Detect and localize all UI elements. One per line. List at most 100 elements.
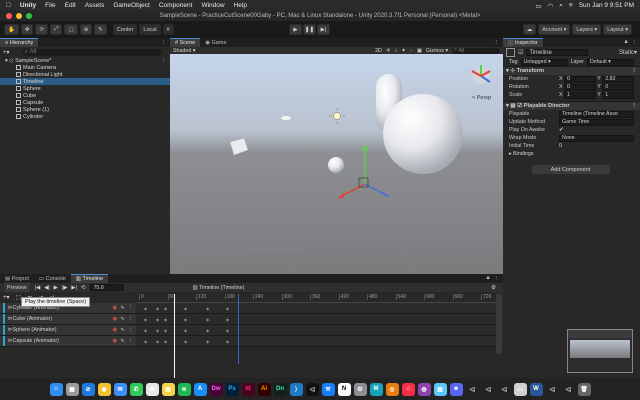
keyframe-marker[interactable]: ◆ [156, 328, 159, 333]
audio-toggle-icon[interactable]: ♪ [395, 48, 398, 54]
keyframe-marker[interactable]: ◆ [156, 339, 159, 344]
play-on-awake-checkbox[interactable]: ✔ [559, 127, 563, 133]
keyframe-marker[interactable]: ◆ [226, 328, 229, 333]
menu-gameobject[interactable]: GameObject [113, 2, 150, 9]
hierarchy-item[interactable]: Directional Light [0, 71, 170, 78]
keyframe-marker[interactable]: ◆ [206, 339, 209, 344]
move-tool-button[interactable]: ✥ [20, 24, 34, 35]
keyframe-marker[interactable]: ◆ [184, 328, 187, 333]
pivot-local-toggle[interactable]: Local [139, 24, 161, 35]
hierarchy-item[interactable]: Cube [0, 92, 170, 99]
pause-button[interactable]: ❚❚ [303, 24, 316, 35]
keyframe-marker[interactable]: ◆ [184, 317, 187, 322]
panel-menu-icon[interactable]: ⋮ [494, 276, 500, 282]
track-clip-area[interactable]: ◆ ◆ ◆ ◆ ◆ ◆ [136, 314, 503, 324]
finder-icon[interactable]: ☺ [49, 382, 63, 396]
playhead[interactable] [173, 294, 175, 378]
keyframe-marker[interactable]: ◆ [156, 306, 159, 311]
close-window-button[interactable] [6, 13, 12, 19]
account-dropdown[interactable]: Account ▾ [538, 24, 571, 35]
pivot-center-toggle[interactable]: Center [112, 24, 138, 35]
keyframe-marker[interactable]: ◆ [226, 306, 229, 311]
keyframe-marker[interactable]: ◆ [156, 317, 159, 322]
step-button[interactable]: ▶| [317, 24, 330, 35]
effects-toggle-icon[interactable]: ✦ [401, 48, 405, 54]
panel-menu-icon[interactable]: ⋮ [161, 40, 167, 46]
scale-tool-button[interactable]: ⤢ [50, 24, 63, 35]
menu-file[interactable]: File [45, 2, 55, 9]
scene-root[interactable]: ▾ ◇ SampleScene* ⋮ [0, 57, 170, 64]
chrome-icon[interactable]: ◉ [97, 382, 111, 396]
frame-field[interactable]: 75.6 [90, 284, 125, 291]
mixamo-icon[interactable]: M [369, 382, 383, 396]
initial-time-value[interactable]: 0 [559, 143, 562, 149]
wifi-icon[interactable]: ◠ [548, 2, 554, 10]
music-icon[interactable]: ♫ [401, 382, 415, 396]
keyframe-marker[interactable]: ◆ [144, 306, 147, 311]
keyframe-marker[interactable]: ◆ [206, 317, 209, 322]
mail-icon[interactable]: ✉ [113, 382, 127, 396]
hierarchy-search-input[interactable]: ⌕ All [21, 48, 162, 56]
dreamweaver-icon[interactable]: Dw [209, 382, 223, 396]
menu-window[interactable]: Window [201, 2, 224, 9]
position-x-field[interactable]: 0 [564, 75, 596, 83]
scene-render[interactable]: < Persp [170, 54, 503, 274]
spotify-icon[interactable]: ≋ [177, 382, 191, 396]
unity-icon[interactable]: ◁ [497, 382, 511, 396]
search-icon[interactable]: ⌕ [559, 2, 563, 10]
add-object-button[interactable]: +▾ [3, 49, 10, 56]
timeline-play-button[interactable]: ▶ [54, 285, 58, 291]
active-checkbox[interactable]: ☑ [518, 49, 523, 56]
track-header[interactable]: ⊳ Cube (Animator) ◉ ∿ ⋮ [0, 314, 136, 324]
tab-game[interactable]: ◉ Game [200, 38, 231, 47]
prev-frame-button[interactable]: ◀| [44, 285, 50, 291]
move-gizmo[interactable] [337, 144, 391, 199]
sphere-small-object[interactable] [328, 157, 344, 173]
panel-menu-icon[interactable]: ⋮ [632, 40, 638, 46]
hierarchy-item[interactable]: Timeline [0, 78, 170, 85]
layer-dropdown[interactable]: Default ▾ [586, 58, 635, 66]
photoshop-icon[interactable]: Ps [225, 382, 239, 396]
keyframe-marker[interactable]: ◆ [144, 317, 147, 322]
menu-component[interactable]: Component [159, 2, 193, 9]
next-frame-button[interactable]: |▶ [62, 285, 68, 291]
record-button[interactable]: ◉ [112, 338, 117, 344]
tag-dropdown[interactable]: Untagged ▾ [520, 58, 568, 66]
transform-header[interactable]: ▾ ⊹ Transform ⋮ [503, 66, 640, 75]
scale-x-field[interactable]: 1 [564, 91, 596, 99]
settings-icon[interactable]: ⚙ [353, 382, 367, 396]
blender-icon[interactable]: ◎ [385, 382, 399, 396]
persp-label[interactable]: < Persp [472, 95, 491, 101]
scene-search-input[interactable]: ⌕ All [452, 47, 500, 54]
keyframe-marker[interactable]: ◆ [144, 339, 147, 344]
lock-icon[interactable]: 🔒︎ [487, 275, 490, 282]
camera-settings-icon[interactable]: ▣ [417, 48, 422, 54]
track-clip-area[interactable]: ◆ ◆ ◆ ◆ ◆ ◆ [136, 303, 503, 313]
timeline-settings-icon[interactable]: ⚙ [491, 285, 496, 291]
keyframe-marker[interactable]: ◆ [226, 339, 229, 344]
sphere-large-object[interactable] [383, 94, 463, 174]
clock[interactable]: Sun Jan 9 9:51 PM [579, 2, 634, 9]
hidden-objects-icon[interactable]: ◌ [410, 48, 413, 54]
preview-icon[interactable]: ▨ [433, 382, 447, 396]
battery-icon[interactable]: ▭ [535, 2, 541, 10]
screenshot-thumbnail[interactable] [567, 329, 633, 373]
component-menu-icon[interactable]: ⋮ [631, 68, 637, 74]
keyframe-marker[interactable]: ◆ [184, 339, 187, 344]
layers-dropdown[interactable]: Layers ▾ [572, 24, 602, 35]
position-y-field[interactable]: 2.82 [602, 75, 634, 83]
track-clip-area[interactable]: ◆ ◆ ◆ ◆ ◆ ◆ [136, 325, 503, 335]
lighting-toggle-icon[interactable]: ☀ [386, 48, 391, 54]
collab-cloud-icon[interactable]: ☁ [522, 24, 537, 35]
scene-menu-icon[interactable]: ⋮ [161, 58, 167, 64]
panel-menu-icon[interactable]: ⋮ [494, 40, 500, 46]
go-to-end-button[interactable]: ▶| [71, 285, 77, 291]
playable-director-header[interactable]: ▾ ▤ ☑ Playable Director ⋮ [503, 101, 640, 110]
timeline-track[interactable]: ⊳ Capsule (Animator) ◉ ∿ ⋮ ◆ ◆ ◆ ◆ ◆ ◆ [0, 336, 503, 347]
unity-icon[interactable]: ◁ [545, 382, 559, 396]
gizmos-dropdown[interactable]: Gizmos ▾ [426, 48, 448, 54]
track-header[interactable]: ⊳ Sphere (Animator) ◉ ∿ ⋮ [0, 325, 136, 335]
rotation-y-field[interactable]: 0 [602, 83, 634, 91]
wrap-mode-dropdown[interactable]: None [559, 134, 634, 142]
keyframe-marker[interactable]: ◆ [164, 306, 167, 311]
